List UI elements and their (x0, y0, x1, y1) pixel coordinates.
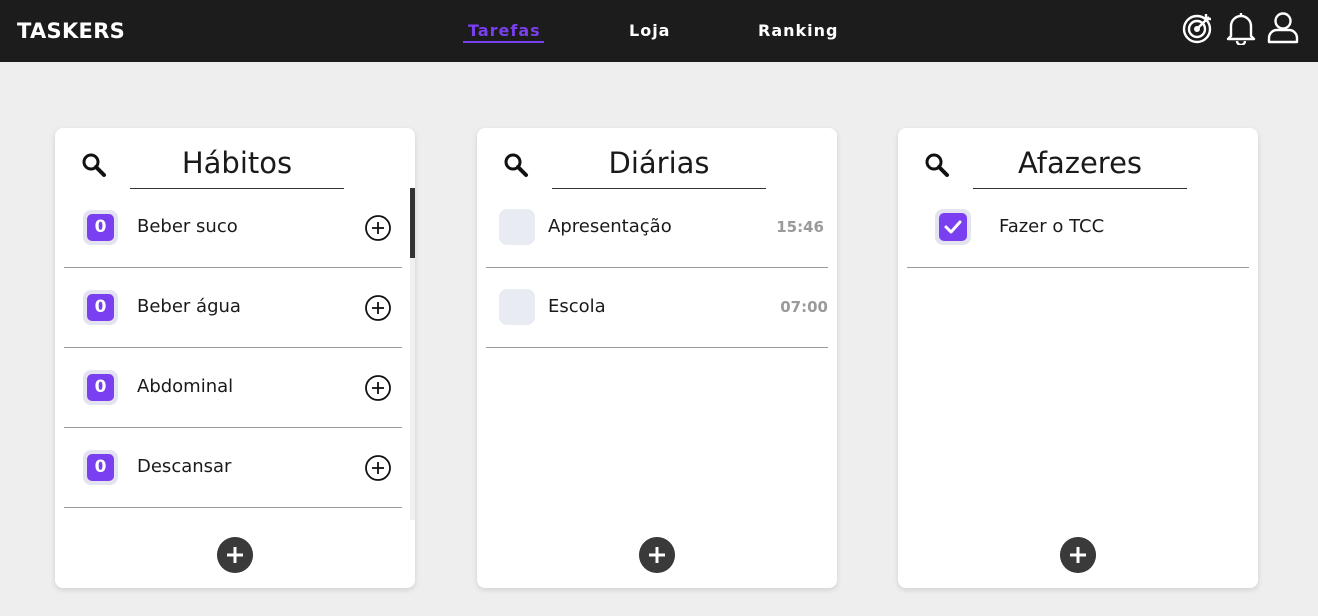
todos-card: Afazeres Fazer o TCC (898, 128, 1258, 588)
todo-checkbox[interactable] (935, 209, 971, 245)
nav-ranking[interactable]: Ranking (758, 21, 838, 40)
row-divider (486, 347, 828, 348)
habit-counter[interactable]: 0 (83, 370, 118, 405)
habit-label: Beber água (137, 296, 241, 317)
daily-label: Escola (548, 296, 606, 317)
add-todo-button[interactable] (1060, 537, 1096, 573)
target-icon[interactable] (1181, 11, 1215, 45)
daily-time: 07:00 (780, 298, 828, 316)
daily-row[interactable]: Apresentação 15:46 (486, 188, 828, 268)
habit-count: 0 (87, 294, 114, 321)
search-icon[interactable] (924, 152, 950, 178)
search-icon[interactable] (503, 152, 529, 178)
user-icon[interactable] (1266, 11, 1300, 45)
todos-title: Afazeres (1017, 146, 1143, 180)
todo-label: Fazer o TCC (999, 216, 1105, 237)
habit-counter[interactable]: 0 (83, 450, 118, 485)
search-icon[interactable] (81, 152, 107, 178)
increment-plus-icon[interactable] (364, 374, 392, 402)
bell-icon[interactable] (1224, 11, 1258, 45)
nav-active-underline (463, 41, 544, 43)
increment-plus-icon[interactable] (364, 214, 392, 242)
habit-label: Beber suco (137, 216, 238, 237)
scrollbar-thumb[interactable] (410, 188, 415, 258)
daily-checkbox[interactable] (499, 209, 535, 245)
nav-loja[interactable]: Loja (629, 21, 670, 40)
habit-label: Descansar (137, 456, 232, 477)
habit-count: 0 (87, 454, 114, 481)
top-bar: TASKERS Tarefas Loja Ranking (0, 0, 1318, 62)
habit-count: 0 (87, 214, 114, 241)
daily-checkbox[interactable] (499, 289, 535, 325)
daily-label: Apresentação (548, 216, 672, 237)
check-icon (944, 220, 962, 234)
habit-row[interactable]: 0 Beber água (64, 268, 402, 348)
row-divider (64, 507, 402, 508)
daily-row[interactable]: Escola 07:00 (486, 268, 828, 348)
row-divider (907, 267, 1249, 268)
habit-counter[interactable]: 0 (83, 210, 118, 245)
nav-tarefas[interactable]: Tarefas (468, 21, 541, 40)
habits-title: Hábitos (181, 146, 293, 180)
add-daily-button[interactable] (639, 537, 675, 573)
habit-row[interactable]: 0 Descansar (64, 428, 402, 508)
add-habit-button[interactable] (217, 537, 253, 573)
habit-row[interactable]: 0 Abdominal (64, 348, 402, 428)
dailies-card: Diárias Apresentação 15:46 Escola 07:00 (477, 128, 837, 588)
habit-row[interactable]: 0 Beber suco (64, 188, 402, 268)
habit-counter[interactable]: 0 (83, 290, 118, 325)
todo-row[interactable]: Fazer o TCC (907, 188, 1249, 268)
app-logo[interactable]: TASKERS (17, 19, 125, 43)
dailies-title: Diárias (608, 146, 710, 180)
increment-plus-icon[interactable] (364, 454, 392, 482)
habit-label: Abdominal (137, 376, 234, 397)
increment-plus-icon[interactable] (364, 294, 392, 322)
habits-card: Hábitos 0 Beber suco 0 Beber água 0 Abdo… (55, 128, 415, 588)
checkbox-fill (939, 213, 967, 241)
habit-count: 0 (87, 374, 114, 401)
daily-time: 15:46 (776, 218, 824, 236)
